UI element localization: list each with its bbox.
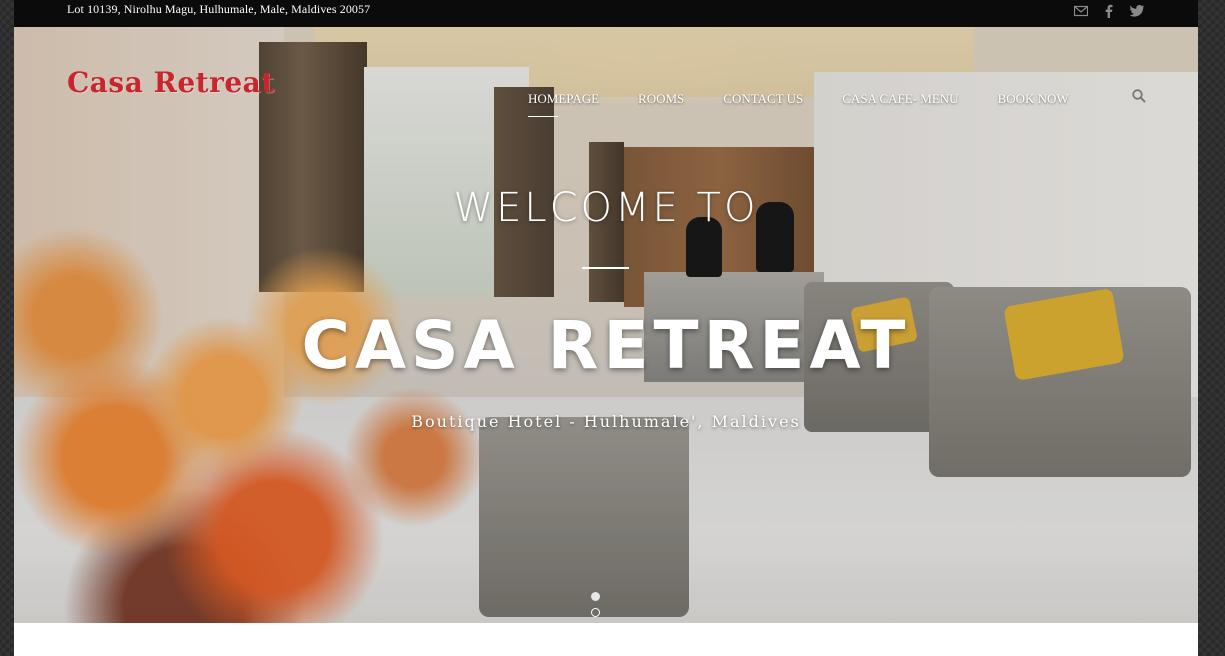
hero-title: CASA RETREAT	[301, 307, 911, 384]
nav-rooms[interactable]: ROOMS	[638, 91, 684, 117]
social-links	[1073, 4, 1144, 18]
slider-dot-2[interactable]	[591, 608, 600, 617]
hero-welcome-text: WELCOME TO	[453, 185, 759, 231]
main-nav: HOMEPAGE ROOMS CONTACT US CASA CAFE- MEN…	[528, 91, 1108, 117]
hero-divider	[582, 267, 629, 269]
facebook-icon[interactable]	[1102, 4, 1116, 18]
search-icon[interactable]	[1132, 89, 1146, 103]
site-logo[interactable]: Casa Retreat	[67, 66, 275, 99]
nav-homepage[interactable]: HOMEPAGE	[528, 91, 599, 117]
page: Lot 10139, Nirolhu Magu, Hulhumale, Male…	[14, 0, 1198, 656]
hero-subtitle: Boutique Hotel - Hulhumale', Maldives	[411, 412, 801, 431]
slider-dot-1[interactable]	[591, 592, 600, 601]
slider-dots	[591, 592, 600, 617]
mail-icon[interactable]	[1073, 4, 1089, 17]
nav-casa-cafe-menu[interactable]: CASA CAFE- MENU	[842, 91, 958, 117]
top-bar: Lot 10139, Nirolhu Magu, Hulhumale, Male…	[14, 0, 1198, 27]
address-text: Lot 10139, Nirolhu Magu, Hulhumale, Male…	[67, 2, 371, 16]
nav-book-now[interactable]: BOOK NOW	[998, 91, 1069, 117]
twitter-icon[interactable]	[1129, 4, 1144, 17]
nav-contact-us[interactable]: CONTACT US	[723, 91, 803, 117]
